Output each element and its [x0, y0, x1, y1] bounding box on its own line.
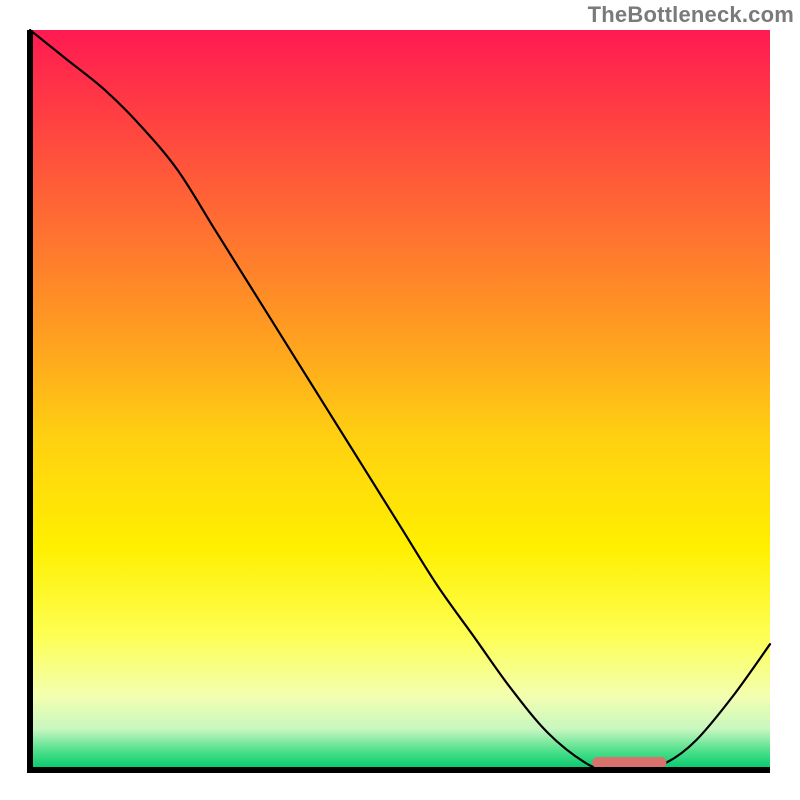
bottleneck-chart [0, 0, 800, 800]
watermark-text: TheBottleneck.com [588, 2, 794, 28]
optimal-range-marker [592, 757, 666, 768]
chart-container: TheBottleneck.com [0, 0, 800, 800]
plot-background [30, 30, 770, 770]
